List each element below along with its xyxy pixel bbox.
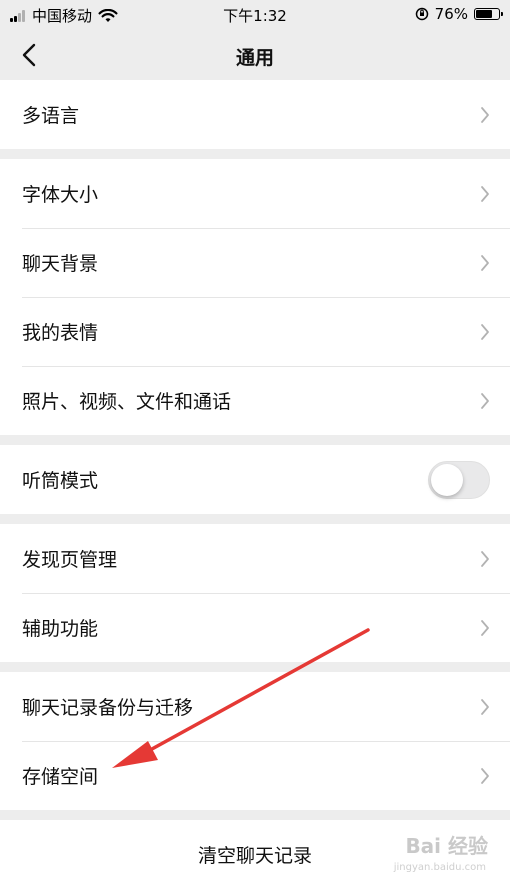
chevron-right-icon (481, 324, 489, 340)
chevron-right-icon (481, 255, 489, 271)
cell-font-size[interactable]: 字体大小 (0, 159, 510, 228)
cell-discover-manage[interactable]: 发现页管理 (0, 524, 510, 593)
settings-group-language: 多语言 (0, 80, 510, 149)
cell-earpiece-mode: 听筒模式 (0, 445, 510, 514)
cell-label: 多语言 (22, 105, 80, 127)
watermark-url: jingyan.baidu.com (393, 862, 486, 873)
nav-bar: 通用 (0, 30, 510, 80)
chevron-right-icon (481, 699, 489, 715)
cell-label: 发现页管理 (22, 549, 118, 571)
cell-label: 听筒模式 (22, 470, 99, 492)
battery-percent: 76% (434, 5, 468, 23)
clear-button-label: 清空聊天记录 (197, 845, 312, 867)
cell-label: 字体大小 (22, 184, 99, 206)
page-title: 通用 (235, 47, 274, 69)
earpiece-mode-toggle[interactable] (428, 461, 490, 499)
toggle-knob (431, 464, 463, 496)
cell-label: 存储空间 (22, 766, 99, 788)
cell-label: 聊天记录备份与迁移 (22, 697, 194, 719)
cell-chat-background[interactable]: 聊天背景 (0, 228, 510, 297)
cell-label: 聊天背景 (22, 253, 99, 275)
settings-group-storage: 聊天记录备份与迁移 存储空间 (0, 672, 510, 810)
chevron-right-icon (481, 768, 489, 784)
status-right: 76% (415, 5, 503, 23)
watermark-logo: Bai 经验 (405, 834, 488, 858)
battery-icon (474, 8, 503, 20)
cell-label: 我的表情 (22, 322, 99, 344)
status-bar: 中国移动 下午1:32 76% (0, 0, 510, 30)
cell-label: 照片、视频、文件和通话 (22, 391, 232, 413)
settings-group-discover: 发现页管理 辅助功能 (0, 524, 510, 662)
chevron-right-icon (481, 551, 489, 567)
cell-chat-backup[interactable]: 聊天记录备份与迁移 (0, 672, 510, 741)
battery-fill (476, 10, 492, 18)
rotation-lock-icon (415, 7, 428, 21)
cell-label: 辅助功能 (22, 618, 99, 640)
cell-language[interactable]: 多语言 (0, 80, 510, 149)
chevron-right-icon (481, 107, 489, 123)
chevron-right-icon (481, 620, 489, 636)
cell-storage-space[interactable]: 存储空间 (0, 741, 510, 810)
settings-group-earpiece: 听筒模式 (0, 445, 510, 514)
chevron-right-icon (481, 186, 489, 202)
settings-group-display: 字体大小 聊天背景 我的表情 照片、视频、文件和通话 (0, 159, 510, 435)
cell-media-calls[interactable]: 照片、视频、文件和通话 (0, 366, 510, 435)
cell-my-stickers[interactable]: 我的表情 (0, 297, 510, 366)
cell-accessibility[interactable]: 辅助功能 (0, 593, 510, 662)
chevron-right-icon (481, 393, 489, 409)
